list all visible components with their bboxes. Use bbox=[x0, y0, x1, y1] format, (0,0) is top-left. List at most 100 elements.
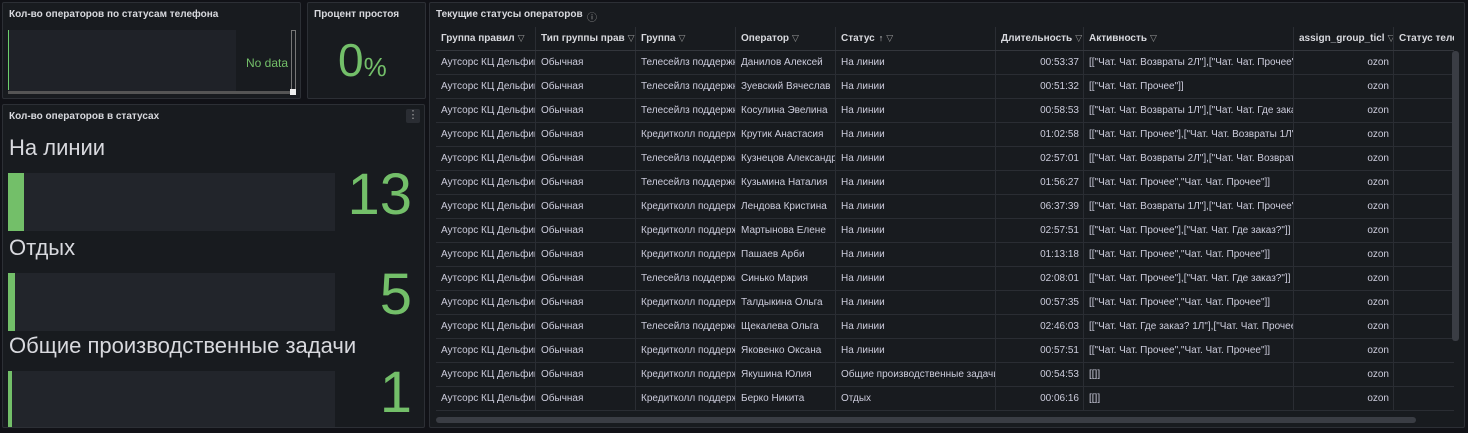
table-row[interactable]: Аутсорс КЦ Дельфин Обычная Телесейлз подде… bbox=[436, 315, 1454, 339]
column-header[interactable]: Оператор ▽ bbox=[736, 27, 836, 50]
table-cell: Телесейлз поддержка bbox=[636, 315, 736, 338]
column-header-label: Длительность bbox=[1001, 33, 1073, 44]
table-cell bbox=[1394, 123, 1454, 146]
table-row[interactable]: Аутсорс КЦ Дельфин Обычная Телесейлз подде… bbox=[436, 267, 1454, 291]
table-cell: Обычная bbox=[536, 51, 636, 74]
table-cell bbox=[1394, 195, 1454, 218]
resize-handle[interactable] bbox=[290, 89, 296, 95]
table-cell: Аутсорс КЦ Дельфин bbox=[436, 315, 536, 338]
operator-statuses-table-panel: Текущие статусы операторов ⓘ Группа прав… bbox=[429, 2, 1465, 428]
table-cell: [["Чат. Чат. Прочее"]] bbox=[1084, 75, 1294, 98]
table-cell: ozon bbox=[1294, 363, 1394, 386]
filter-icon[interactable]: ▽ bbox=[1150, 33, 1157, 43]
table-row[interactable]: Аутсорс КЦ Дельфин Обычная Кредитколл подд… bbox=[436, 243, 1454, 267]
table-row[interactable]: Аутсорс КЦ Дельфин Обычная Кредитколл подд… bbox=[436, 363, 1454, 387]
table-cell: Яковенко Оксана bbox=[736, 339, 836, 362]
table-cell: Якушина Юлия bbox=[736, 363, 836, 386]
table-cell: 01:13:18 bbox=[996, 243, 1084, 266]
table-row[interactable]: Аутсорс КЦ Дельфин Обычная Телесейлз подде… bbox=[436, 75, 1454, 99]
panel-menu-icon[interactable]: ⋮ bbox=[406, 109, 420, 123]
table-cell: 02:57:51 bbox=[996, 219, 1084, 242]
table-cell: 00:57:51 bbox=[996, 339, 1084, 362]
filter-icon[interactable]: ▽ bbox=[628, 33, 635, 43]
table-cell: 00:58:53 bbox=[996, 99, 1084, 122]
table-cell: На линии bbox=[836, 171, 996, 194]
table-row[interactable]: Аутсорс КЦ Дельфин Обычная Кредитколл подд… bbox=[436, 291, 1454, 315]
table-cell: ozon bbox=[1294, 315, 1394, 338]
column-header[interactable]: Статус теле▽ bbox=[1394, 27, 1454, 50]
table-cell: 01:02:58 bbox=[996, 123, 1084, 146]
table-cell: 00:53:37 bbox=[996, 51, 1084, 74]
table-row[interactable]: Аутсорс КЦ Дельфин Обычная Телесейлз подде… bbox=[436, 51, 1454, 75]
table-cell: [["Чат. Чат. Возвраты 1Л"],["Чат. Чат. Г… bbox=[1084, 99, 1294, 122]
table-cell: На линии bbox=[836, 51, 996, 74]
table-cell: На линии bbox=[836, 195, 996, 218]
gauge-fill bbox=[8, 273, 15, 331]
table-cell: 01:56:27 bbox=[996, 171, 1084, 194]
table-cell: [[]] bbox=[1084, 363, 1294, 386]
table-cell: Данилов Алексей bbox=[736, 51, 836, 74]
horizontal-scrollbar[interactable] bbox=[436, 417, 1416, 423]
table-cell: Обычная bbox=[536, 195, 636, 218]
table-cell: На линии bbox=[836, 99, 996, 122]
table-cell bbox=[1394, 51, 1454, 74]
table-cell: Аутсорс КЦ Дельфин bbox=[436, 219, 536, 242]
table-cell: Телесейлз поддержка bbox=[636, 51, 736, 74]
table-cell: На линии bbox=[836, 147, 996, 170]
info-icon[interactable]: ⓘ bbox=[587, 9, 597, 24]
table-row[interactable]: Аутсорс КЦ Дельфин Обычная Телесейлз подде… bbox=[436, 99, 1454, 123]
horizontal-scrollbar[interactable] bbox=[8, 91, 292, 94]
table-cell: ozon bbox=[1294, 291, 1394, 314]
column-header[interactable]: Активность ▽ bbox=[1084, 27, 1294, 50]
table-cell: ozon bbox=[1294, 123, 1394, 146]
table-row[interactable]: Аутсорс КЦ Дельфин Обычная Кредитколл подд… bbox=[436, 219, 1454, 243]
table-cell: Аутсорс КЦ Дельфин bbox=[436, 171, 536, 194]
table-row[interactable]: Аутсорс КЦ Дельфин Обычная Кредитколл подд… bbox=[436, 123, 1454, 147]
filter-icon[interactable]: ▽ bbox=[886, 33, 893, 43]
table-cell: На линии bbox=[836, 75, 996, 98]
column-header-label: Оператор bbox=[741, 33, 790, 44]
table-cell: 02:46:03 bbox=[996, 315, 1084, 338]
column-header[interactable]: assign_group_ticl ▽ bbox=[1294, 27, 1394, 50]
filter-icon[interactable]: ▽ bbox=[518, 33, 525, 43]
table-cell: ozon bbox=[1294, 51, 1394, 74]
table-cell: Кредитколл поддержка bbox=[636, 339, 736, 362]
sort-asc-icon[interactable]: ↑ bbox=[879, 33, 884, 43]
table-cell: Зуевский Вячеслав bbox=[736, 75, 836, 98]
table-cell: Аутсорс КЦ Дельфин bbox=[436, 291, 536, 314]
filter-icon[interactable]: ▽ bbox=[1075, 33, 1082, 43]
column-header[interactable]: Статус ↑ ▽ bbox=[836, 27, 996, 50]
table-cell: Аутсорс КЦ Дельфин bbox=[436, 75, 536, 98]
table-cell: [["Чат. Чат. Прочее"],["Чат. Чат. Возвра… bbox=[1084, 123, 1294, 146]
table-cell: Обычная bbox=[536, 267, 636, 290]
table-cell: 02:08:01 bbox=[996, 267, 1084, 290]
table-cell: Обычная bbox=[536, 243, 636, 266]
table-cell: 00:06:16 bbox=[996, 387, 1084, 410]
table-cell: На линии bbox=[836, 315, 996, 338]
filter-icon[interactable]: ▽ bbox=[678, 33, 685, 43]
table-row[interactable]: Аутсорс КЦ Дельфин Обычная Кредитколл подд… bbox=[436, 195, 1454, 219]
table-cell bbox=[1394, 99, 1454, 122]
stat-unit: % bbox=[363, 52, 387, 82]
column-header[interactable]: Группа правил ▽ bbox=[436, 27, 536, 50]
panel-title: Текущие статусы операторов bbox=[436, 9, 583, 20]
idle-percent-panel: Процент простоя 0% bbox=[307, 2, 426, 99]
column-header[interactable]: Тип группы прав ▽ bbox=[536, 27, 636, 50]
table-cell bbox=[1394, 315, 1454, 338]
table-header: Группа правил ▽ Тип группы прав ▽ Группа ▽ Опе… bbox=[436, 27, 1454, 51]
table-row[interactable]: Аутсорс КЦ Дельфин Обычная Кредитколл подд… bbox=[436, 339, 1454, 363]
filter-icon[interactable]: ▽ bbox=[792, 33, 799, 43]
table-row[interactable]: Аутсорс КЦ Дельфин Обычная Телесейлз подде… bbox=[436, 171, 1454, 195]
table-cell: Крутик Анастасия bbox=[736, 123, 836, 146]
column-header[interactable]: Группа ▽ bbox=[636, 27, 736, 50]
table-row[interactable]: Аутсорс КЦ Дельфин Обычная Телесейлз подде… bbox=[436, 147, 1454, 171]
table-row[interactable]: Аутсорс КЦ Дельфин Обычная Кредитколл подд… bbox=[436, 387, 1454, 411]
gauge-label: Отдых bbox=[9, 235, 76, 260]
column-header[interactable]: Длительность ▽ bbox=[996, 27, 1084, 50]
table-cell: Кредитколл поддержка bbox=[636, 387, 736, 410]
vertical-scrollbar[interactable] bbox=[291, 30, 296, 90]
table-cell: ozon bbox=[1294, 75, 1394, 98]
vertical-scrollbar[interactable] bbox=[1452, 51, 1459, 341]
table-cell: Аутсорс КЦ Дельфин bbox=[436, 339, 536, 362]
gauge-bar bbox=[8, 173, 335, 231]
